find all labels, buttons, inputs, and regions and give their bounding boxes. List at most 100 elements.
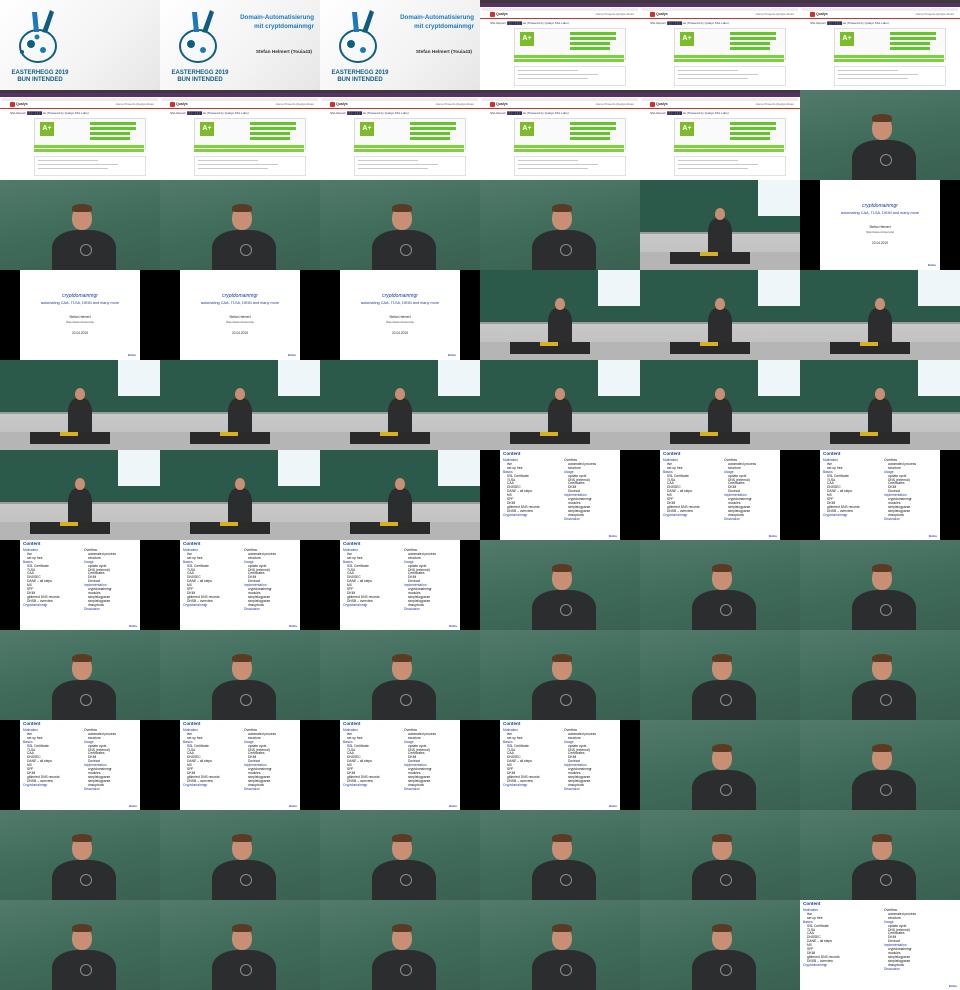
speaker-wide-thumbnail[interactable] (800, 360, 960, 450)
speaker-wide-thumbnail[interactable] (160, 450, 320, 540)
content-slide-thumbnail[interactable]: Content Motivation live set up free Basics S… (480, 450, 640, 540)
speaker-closeup-thumbnail[interactable] (0, 810, 160, 900)
ssl-report-browser-thumbnail[interactable]: Qualys Home Projects Qualys About SSL Re… (640, 90, 800, 180)
speaker-closeup-thumbnail[interactable] (800, 630, 960, 720)
ssl-report-browser-thumbnail[interactable]: Qualys Home Projects Qualys About SSL Re… (160, 90, 320, 180)
speaker-wide-thumbnail[interactable] (800, 270, 960, 360)
speaker-closeup-thumbnail[interactable] (640, 810, 800, 900)
speaker-closeup-thumbnail[interactable] (160, 900, 320, 990)
intro-slide-thumbnail[interactable]: cryptdomainmgr automating CAA, TLSA, DKI… (320, 270, 480, 360)
speaker-wide-thumbnail[interactable] (160, 360, 320, 450)
speaker-head (395, 388, 405, 400)
speaker-closeup-thumbnail[interactable] (320, 900, 480, 990)
speaker-wide-thumbnail[interactable] (320, 450, 480, 540)
intro-slide-thumbnail[interactable]: cryptdomainmgr automating CAA, TLSA, DKI… (0, 270, 160, 360)
ssl-report-browser-thumbnail[interactable]: Qualys Home Projects Qualys About SSL Re… (480, 90, 640, 180)
ssl-report-browser-thumbnail[interactable]: Qualys Home Projects Qualys About SSL Re… (480, 0, 640, 90)
projection-screen (438, 360, 480, 396)
title-slide-thumbnail[interactable]: EASTERHEGG 2019 BUN INTENDED Domain-Auto… (160, 0, 320, 90)
speaker-closeup-thumbnail[interactable] (160, 810, 320, 900)
ssl-report-browser-thumbnail[interactable]: Qualys Home Projects Qualys About SSL Re… (640, 0, 800, 90)
header-divider (480, 18, 640, 19)
speaker-wide-thumbnail[interactable] (640, 360, 800, 450)
ssl-report-browser-thumbnail[interactable]: Qualys Home Projects Qualys About SSL Re… (800, 0, 960, 90)
speaker-closeup-thumbnail[interactable] (800, 720, 960, 810)
toc-column-left: Motivation live set up free Basics SSL Certi… (23, 548, 60, 608)
speaker-closeup-thumbnail[interactable] (480, 630, 640, 720)
content-slide-thumbnail[interactable]: Content Motivation live set up free Basics S… (320, 720, 480, 810)
speaker-closeup-thumbnail[interactable] (320, 810, 480, 900)
content-slide-thumbnail[interactable]: Content Motivation live set up free Basics S… (640, 450, 800, 540)
content-slide-thumbnail[interactable]: Content Motivation live set up free Basics S… (160, 540, 320, 630)
projection-screen (118, 360, 160, 396)
certificate-detail-box (34, 156, 146, 176)
speaker-body (548, 308, 572, 342)
speaker-closeup-thumbnail[interactable] (640, 900, 800, 990)
speaker-closeup-thumbnail[interactable] (480, 810, 640, 900)
speaker-closeup-thumbnail[interactable] (480, 900, 640, 990)
slide-canvas: Content Motivation live set up free Basics S… (340, 720, 460, 810)
speaker-closeup-thumbnail[interactable] (0, 180, 160, 270)
toc-entry: Cryptdomainmgr (503, 512, 528, 517)
certificate-detail-box (834, 66, 946, 86)
entro-logo: Entro (289, 804, 297, 808)
speaker-closeup-thumbnail[interactable] (160, 180, 320, 270)
speaker-hair (712, 564, 732, 572)
content-slide-thumbnail[interactable]: Content Motivation live set up free Basics S… (800, 900, 960, 990)
speaker-hair (232, 834, 252, 842)
speaker-closeup-thumbnail[interactable] (480, 180, 640, 270)
detail-line (198, 168, 268, 169)
speaker-closeup-thumbnail[interactable] (480, 540, 640, 630)
speaker-closeup-thumbnail[interactable] (640, 630, 800, 720)
toc-entry: Cryptdomainmgr (23, 782, 48, 787)
slide-author: Stefan Helmert (869, 225, 891, 229)
speaker-wide-thumbnail[interactable] (640, 270, 800, 360)
title-slide-thumbnail[interactable]: EASTERHEGG 2019 BUN INTENDED (0, 0, 160, 90)
speaker-closeup-thumbnail[interactable] (320, 630, 480, 720)
speaker-wide-thumbnail[interactable] (320, 360, 480, 450)
site-brand: Qualys (336, 102, 348, 106)
toc-entry: Discussion (84, 606, 100, 611)
speaker-wide-thumbnail[interactable] (480, 270, 640, 360)
header-divider (640, 108, 800, 109)
toc-column-right: Overflow automated process structure Usage u… (884, 458, 916, 522)
intro-slide-thumbnail[interactable]: cryptdomainmgr automating CAA, TLSA, DKI… (160, 270, 320, 360)
score-bar-protocol (570, 37, 616, 40)
speaker-closeup-thumbnail[interactable] (0, 630, 160, 720)
ssl-grade-badge: A+ (840, 32, 854, 46)
speaker-wide-thumbnail[interactable] (480, 360, 640, 450)
speaker-closeup-thumbnail[interactable] (640, 540, 800, 630)
speaker-closeup-thumbnail[interactable] (800, 90, 960, 180)
content-slide-thumbnail[interactable]: Content Motivation live set up free Basics S… (0, 540, 160, 630)
ssl-report-browser-thumbnail[interactable]: Qualys Home Projects Qualys About SSL Re… (320, 90, 480, 180)
speaker-hair (392, 924, 412, 932)
title-slide-thumbnail[interactable]: EASTERHEGG 2019 BUN INTENDED Domain-Auto… (320, 0, 480, 90)
bunny-logo-icon (19, 10, 57, 63)
speaker-closeup-thumbnail[interactable] (0, 900, 160, 990)
toc-column-left: Motivation live set up free Basics SSL Certi… (343, 728, 380, 788)
ssl-grade-badge: A+ (680, 122, 694, 136)
speaker-closeup-thumbnail[interactable] (800, 540, 960, 630)
speaker-closeup-thumbnail[interactable] (800, 810, 960, 900)
toc-entry: Discussion (84, 786, 100, 791)
speaker-closeup-thumbnail[interactable] (320, 180, 480, 270)
speaker-wide-thumbnail[interactable] (0, 360, 160, 450)
intro-slide-thumbnail[interactable]: cryptdomainmgr automating CAA, TLSA, DKI… (800, 180, 960, 270)
speaker-hair (232, 654, 252, 662)
speaker-closeup-thumbnail[interactable] (160, 630, 320, 720)
content-slide-thumbnail[interactable]: Content Motivation live set up free Basics S… (0, 720, 160, 810)
projection-screen (118, 450, 160, 486)
content-slide-thumbnail[interactable]: Content Motivation live set up free Basics S… (160, 720, 320, 810)
score-bar-certificate (250, 122, 296, 125)
shirt-bunny-print (560, 874, 572, 886)
toc-column-right: Overflow automated process structure Usage u… (404, 548, 436, 612)
shirt-bunny-print (240, 874, 252, 886)
content-slide-thumbnail[interactable]: Content Motivation live set up free Basics S… (480, 720, 640, 810)
ssl-report-browser-thumbnail[interactable]: Qualys Home Projects Qualys About SSL Re… (0, 90, 160, 180)
content-slide-thumbnail[interactable]: Content Motivation live set up free Basics S… (800, 450, 960, 540)
speaker-wide-thumbnail[interactable] (0, 450, 160, 540)
speaker-wide-thumbnail[interactable] (640, 180, 800, 270)
content-slide-thumbnail[interactable]: Content Motivation live set up free Basics S… (320, 540, 480, 630)
speaker-closeup-thumbnail[interactable] (640, 720, 800, 810)
address-bar (642, 98, 798, 101)
